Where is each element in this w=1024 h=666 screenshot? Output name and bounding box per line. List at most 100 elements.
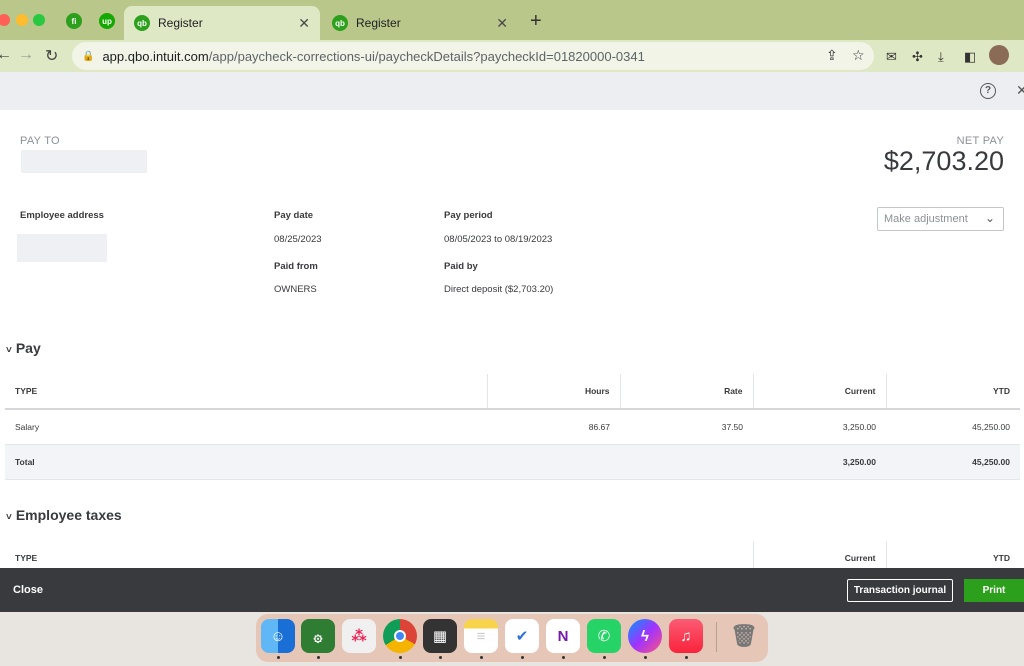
paid-by-label: Paid by [444, 261, 478, 272]
fi-icon: fi [66, 13, 82, 29]
cell-current: 3,250.00 [753, 409, 886, 445]
table-header-row: TYPE Hours Rate Current YTD [5, 374, 1020, 410]
cell-rate: 37.50 [620, 409, 753, 445]
chevron-down-icon: ⌄ [984, 211, 995, 225]
pay-period-value: 08/05/2023 to 08/19/2023 [444, 234, 553, 245]
pinned-tab-fi[interactable]: fi [63, 10, 85, 32]
net-pay-amount: $2,703.20 [883, 146, 1004, 176]
help-icon[interactable]: ? [980, 83, 996, 99]
tab-title: Register [158, 16, 203, 30]
quran-icon[interactable]: ۞ [301, 619, 335, 653]
redacted-employee-address [17, 234, 107, 262]
paid-by-value: Direct deposit ($2,703.20) [444, 284, 554, 295]
launchpad-icon[interactable]: ⁂ [342, 619, 376, 653]
forward-icon[interactable]: → [18, 46, 34, 64]
pinned-tab-upwork[interactable]: up [96, 10, 118, 32]
chevron-down-icon: ˅ [6, 345, 12, 356]
pay-period-label: Pay period [444, 210, 493, 221]
total-ytd: 45,250.00 [886, 444, 1020, 480]
tab-title: Register [356, 16, 401, 30]
onenote-icon[interactable]: N [546, 619, 580, 653]
paycheck-details: PAY TO NET PAY $2,703.20 Employee addres… [0, 110, 1024, 568]
column-header-hours: Hours [486, 374, 620, 410]
calculator-icon[interactable]: ▦ [423, 619, 457, 653]
column-header-ytd: YTD [885, 374, 1020, 410]
close-tab-icon[interactable]: ✕ [496, 15, 508, 32]
cell-type: Salary [5, 409, 487, 445]
chevron-down-icon: ˅ [6, 512, 12, 523]
chrome-icon[interactable] [383, 619, 417, 653]
paid-from-label: Paid from [274, 261, 318, 272]
cell-ytd: 45,250.00 [886, 409, 1020, 445]
column-header-rate: Rate [619, 374, 753, 410]
column-header-type: TYPE [5, 541, 753, 568]
close-tab-icon[interactable]: ✕ [298, 15, 310, 32]
total-current: 3,250.00 [753, 444, 886, 480]
url-host: app.qbo.intuit.com [102, 48, 209, 64]
trash-icon[interactable]: 🗑 [727, 619, 761, 653]
share-icon[interactable]: ⇪ [826, 47, 838, 64]
redacted-payee-name [21, 150, 147, 173]
running-indicator [277, 656, 280, 659]
download-icon[interactable]: ⤓ [938, 49, 944, 65]
tab-register-active[interactable]: qb Register ✕ [124, 6, 320, 40]
total-label: Total [5, 444, 487, 480]
lock-icon: 🔒 [82, 50, 95, 62]
table-total-row: Total 3,250.00 45,250.00 [5, 444, 1020, 480]
browser-tab-strip: fi up qb Register ✕ qb Register ✕ + [0, 0, 1024, 40]
empty-cell [620, 444, 753, 480]
running-indicator [603, 656, 606, 659]
column-header-type: TYPE [5, 374, 487, 410]
make-adjustment-placeholder: Make adjustment [884, 213, 968, 225]
quickbooks-icon: qb [332, 15, 348, 31]
whatsapp-icon[interactable]: ✆ [587, 619, 621, 653]
pay-section-title: Pay [15, 340, 41, 356]
upwork-icon: up [99, 13, 115, 29]
window-zoom-button[interactable] [33, 14, 45, 26]
employee-address-label: Employee address [20, 210, 104, 221]
extensions-icon[interactable]: ✣ [912, 49, 923, 65]
window-minimize-button[interactable] [16, 14, 28, 26]
url-path: /app/paycheck-corrections-ui/paycheckDet… [208, 48, 645, 64]
pay-section-toggle[interactable]: ˅ Pay [6, 340, 41, 356]
mail-icon[interactable]: ✉ [886, 49, 897, 65]
tasks-icon[interactable]: ✔ [505, 619, 539, 653]
browser-toolbar: ← → ↻ 🔒 app.qbo.intuit.com/app/paycheck-… [0, 40, 1024, 72]
employee-taxes-section-toggle[interactable]: ˅ Employee taxes [6, 507, 122, 523]
column-header-current: Current [752, 374, 886, 410]
employee-taxes-title: Employee taxes [15, 507, 122, 523]
column-header-ytd: YTD [885, 541, 1020, 568]
close-button[interactable]: Close [13, 584, 43, 596]
tab-register[interactable]: qb Register ✕ [322, 6, 518, 40]
macos-dock: ☺ ۞ ⁂ ▦ ≡ ✔ N ✆ ϟ ♫ 🗑 [256, 614, 768, 662]
running-indicator [439, 656, 442, 659]
pay-table: TYPE Hours Rate Current YTD Salary 86.67… [5, 374, 1020, 480]
quickbooks-icon: qb [134, 15, 150, 31]
transaction-journal-button[interactable]: Transaction journal [847, 579, 953, 602]
window-close-button[interactable] [0, 14, 10, 26]
messenger-icon[interactable]: ϟ [628, 619, 662, 653]
sidebar-icon[interactable]: ◧ [964, 49, 976, 65]
table-header-row: TYPE Current YTD [5, 541, 1020, 568]
new-tab-icon[interactable]: + [530, 10, 542, 33]
back-icon[interactable]: ← [0, 46, 12, 64]
notes-icon[interactable]: ≡ [464, 619, 498, 653]
reload-icon[interactable]: ↻ [45, 46, 58, 66]
print-button[interactable]: Print [964, 579, 1024, 602]
bookmark-star-icon[interactable]: ☆ [852, 47, 865, 64]
running-indicator [317, 656, 320, 659]
table-row[interactable]: Salary 86.67 37.50 3,250.00 45,250.00 [5, 409, 1020, 445]
cell-hours: 86.67 [487, 409, 620, 445]
address-bar[interactable]: 🔒 app.qbo.intuit.com/app/paycheck-correc… [72, 42, 874, 70]
pay-to-label: PAY TO [20, 135, 60, 147]
make-adjustment-dropdown[interactable]: Make adjustment ⌄ [877, 207, 1004, 231]
profile-avatar[interactable] [989, 45, 1009, 65]
close-icon[interactable]: ✕ [1016, 82, 1024, 99]
running-indicator [562, 656, 565, 659]
column-header-current: Current [752, 541, 886, 568]
dock-separator [716, 622, 717, 652]
running-indicator [644, 656, 647, 659]
music-icon[interactable]: ♫ [669, 619, 703, 653]
app-header-bar [0, 72, 1024, 110]
finder-icon[interactable]: ☺ [261, 619, 295, 653]
